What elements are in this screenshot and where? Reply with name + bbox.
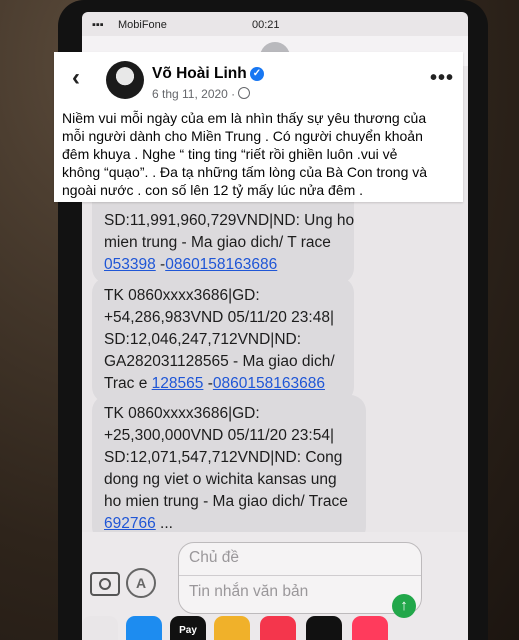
signal-icon: ▪▪▪: [92, 19, 104, 31]
send-icon[interactable]: ↑: [392, 594, 416, 618]
facebook-post-card: ‹ Võ Hoài Linh ✓ 6 thg 11, 2020 · ••• Ni…: [54, 52, 463, 202]
app-drawer: Pay: [82, 616, 468, 640]
message-line: SD:11,991,960,729VND|ND: Ung ho: [104, 212, 355, 229]
author-name[interactable]: Võ Hoài Linh: [152, 65, 247, 83]
status-bar: ▪▪▪ MobiFone 00:21: [82, 12, 468, 36]
apple-pay-label: Pay: [179, 625, 197, 636]
music-app-icon[interactable]: [260, 616, 296, 640]
message-bubble[interactable]: TK 0860xxxx3686|GD: +25,300,000VND 05/11…: [92, 395, 366, 543]
post-text-line: mỗi người dành cho Miền Trung . Có người…: [62, 128, 423, 144]
apple-pay-app-icon[interactable]: Pay: [170, 616, 206, 640]
memoji-app-icon[interactable]: [214, 616, 250, 640]
activity-app-icon[interactable]: [306, 616, 342, 640]
account-link[interactable]: 0860158163686: [213, 375, 325, 392]
link-ellipsis: ...: [155, 515, 173, 532]
more-options-icon[interactable]: •••: [430, 67, 454, 90]
subject-placeholder[interactable]: Chủ đề: [189, 549, 239, 567]
message-line: GA282031128565 - Ma giao dich/: [104, 353, 335, 370]
app-store-app-icon[interactable]: [126, 616, 162, 640]
message-line: TK 0860xxxx3686|GD:: [104, 405, 260, 422]
carrier-label: MobiFone: [118, 19, 167, 31]
post-text-line: ngoài nước . con số lên 12 tỷ mấy lúc nử…: [62, 182, 364, 198]
trace-link[interactable]: 053398: [104, 256, 156, 273]
post-text: Niềm vui mỗi ngày của em là nhìn thấy sự…: [62, 109, 457, 199]
link-prefix: Trac e: [104, 375, 152, 392]
post-date[interactable]: 6 thg 11, 2020 ·: [152, 87, 235, 101]
message-line: SD:12,071,547,712VND|ND: Cong: [104, 449, 343, 466]
camera-icon[interactable]: [90, 572, 120, 596]
message-line: +25,300,000VND 05/11/20 23:54|: [104, 427, 334, 444]
account-link[interactable]: 0860158163686: [165, 256, 277, 273]
message-line: TK 0860xxxx3686|GD:: [104, 287, 260, 304]
link-separator: -: [203, 375, 213, 392]
verified-badge-icon: ✓: [250, 67, 264, 81]
message-line: SD:12,046,247,712VND|ND:: [104, 331, 302, 348]
message-bubble[interactable]: TK 0860xxxx3686|GD: +54,286,983VND 05/11…: [92, 277, 354, 403]
message-line: dong ng viet o wichita kansas ung: [104, 471, 337, 488]
trace-link[interactable]: 692766: [104, 515, 156, 532]
photos-app-icon[interactable]: [82, 616, 118, 640]
field-divider: [179, 575, 421, 576]
clock: 00:21: [252, 19, 280, 31]
message-line: +54,286,983VND 05/11/20 23:48|: [104, 309, 334, 326]
message-link-line: Trac e 128565 -0860158163686: [104, 373, 342, 395]
message-line: ho mien trung - Ma giao dich/ Trace: [104, 493, 348, 510]
trace-link[interactable]: 128565: [152, 375, 204, 392]
back-arrow-icon[interactable]: ‹: [72, 66, 92, 90]
digital-touch-app-icon[interactable]: [352, 616, 388, 640]
link-separator: -: [155, 256, 166, 273]
body-placeholder[interactable]: Tin nhắn văn bản: [189, 583, 308, 601]
post-text-line: Niềm vui mỗi ngày của em là nhìn thấy sự…: [62, 110, 427, 126]
post-text-line: đêm khuya . Nghe “ ting ting “riết rồi g…: [62, 146, 398, 162]
author-avatar[interactable]: [106, 61, 144, 99]
message-link-line: 053398 -0860158163686: [104, 254, 342, 276]
message-input[interactable]: Chủ đề Tin nhắn văn bản: [178, 542, 422, 614]
post-text-line: không “quạo”. . Đa tạ những tấm lòng của…: [62, 164, 428, 180]
app-store-icon[interactable]: A: [126, 568, 156, 598]
globe-icon: [238, 87, 250, 99]
message-line: mien trung - Ma giao dich/ T race: [104, 234, 331, 251]
